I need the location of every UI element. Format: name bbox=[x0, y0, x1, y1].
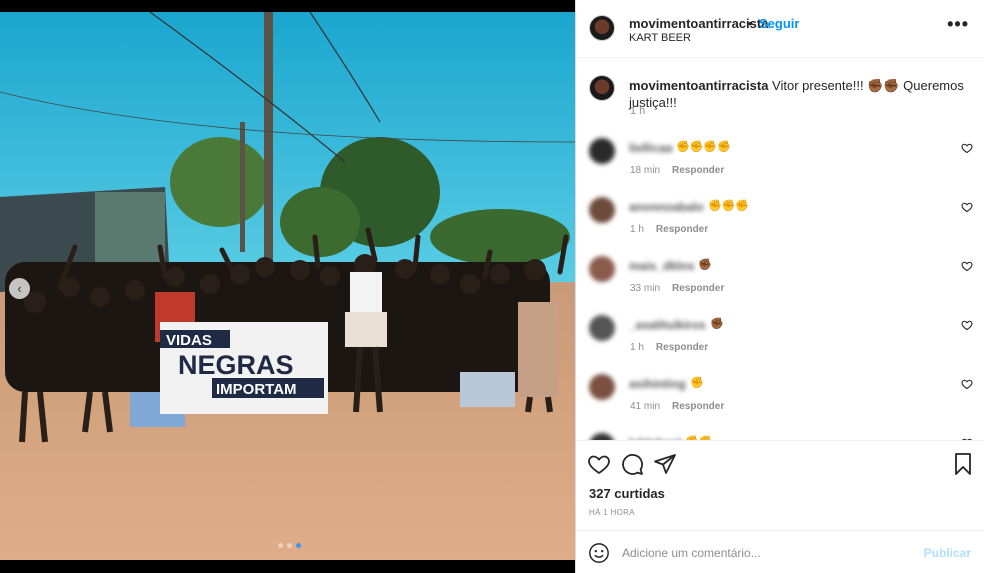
comment-text: ✊🏾 bbox=[698, 259, 712, 271]
comment-row: _asalituikiros ✊🏾 1 h Responder bbox=[589, 315, 979, 365]
carousel-dot bbox=[287, 543, 292, 548]
add-comment-bar: Publicar bbox=[576, 530, 984, 573]
comment-meta: 41 min Responder bbox=[630, 401, 724, 412]
post-photo[interactable]: VIDAS NEGRAS IMPORTAM ‹ bbox=[0, 0, 575, 573]
comment-text: ✊✊✊✊ bbox=[676, 141, 731, 153]
comment-meta: 1 h Responder bbox=[630, 224, 708, 235]
comment-time: 1 h bbox=[630, 342, 644, 353]
banner-line1: VIDAS bbox=[166, 332, 212, 349]
commenter-avatar[interactable] bbox=[589, 138, 615, 164]
share-icon[interactable] bbox=[653, 452, 677, 476]
commenter-username[interactable]: _asalituikiros bbox=[629, 318, 706, 332]
author-avatar[interactable] bbox=[589, 15, 615, 41]
carousel-dot-active bbox=[296, 543, 301, 548]
post-header: movimentoantirracista • Seguir KART BEER… bbox=[576, 0, 984, 58]
comment-like-heart-icon[interactable] bbox=[961, 142, 973, 154]
comment-like-heart-icon[interactable] bbox=[961, 378, 973, 390]
comments-list[interactable]: movimentoantirracista Vitor presente!!! … bbox=[576, 58, 984, 440]
commenter-avatar[interactable] bbox=[589, 374, 615, 400]
comment-like-heart-icon[interactable] bbox=[961, 201, 973, 213]
commenter-avatar[interactable] bbox=[589, 197, 615, 223]
like-heart-icon[interactable] bbox=[587, 452, 611, 476]
banner-line3: IMPORTAM bbox=[216, 381, 297, 398]
comment-like-heart-icon[interactable] bbox=[961, 319, 973, 331]
caption-text: movimentoantirracista Vitor presente!!! … bbox=[629, 77, 969, 111]
comment-text: ✊✊✊ bbox=[708, 200, 750, 212]
comment-row: mais_dklns ✊🏾 33 min Responder bbox=[589, 256, 979, 306]
comment-row: liellicaa ✊✊✊✊ 18 min Responder bbox=[589, 138, 979, 188]
commenter-username[interactable]: liellicaa bbox=[629, 141, 672, 155]
save-bookmark-icon[interactable] bbox=[951, 452, 975, 476]
publish-button[interactable]: Publicar bbox=[924, 546, 971, 560]
follow-button[interactable]: Seguir bbox=[759, 16, 799, 31]
banner-line2: NEGRAS bbox=[178, 350, 294, 380]
reply-button[interactable]: Responder bbox=[672, 401, 724, 412]
more-options-icon[interactable]: ••• bbox=[947, 14, 969, 35]
comment-meta: 18 min Responder bbox=[630, 165, 724, 176]
comment-row: asihinting ✊ 41 min Responder bbox=[589, 374, 979, 424]
comment-like-heart-icon[interactable] bbox=[961, 260, 973, 272]
comment-time: 18 min bbox=[630, 165, 661, 176]
reply-button[interactable]: Responder bbox=[672, 165, 724, 176]
caption-time: 1 h bbox=[630, 105, 646, 117]
separator-dot: • bbox=[748, 16, 753, 31]
comment-row: anonnoabalo ✊✊✊ 1 h Responder bbox=[589, 197, 979, 247]
carousel-dot bbox=[278, 543, 283, 548]
carousel-prev-button[interactable]: ‹ bbox=[9, 278, 30, 299]
emoji-smile-icon[interactable] bbox=[588, 542, 610, 564]
carousel-dots bbox=[278, 543, 301, 548]
post-actions: 327 curtidas HÁ 1 HORA bbox=[576, 440, 984, 530]
reply-button[interactable]: Responder bbox=[672, 283, 724, 294]
comment-meta: 1 h Responder bbox=[630, 342, 708, 353]
post-location[interactable]: KART BEER bbox=[629, 32, 691, 44]
comment-text: ✊ bbox=[690, 377, 704, 389]
comment-time: 41 min bbox=[630, 401, 661, 412]
commenter-avatar[interactable] bbox=[589, 433, 615, 440]
reply-button[interactable]: Responder bbox=[656, 224, 708, 235]
comment-icon[interactable] bbox=[620, 452, 644, 476]
post-time-ago: HÁ 1 HORA bbox=[589, 508, 635, 517]
likes-count[interactable]: 327 curtidas bbox=[589, 486, 665, 501]
commenter-username[interactable]: anonnoabalo bbox=[629, 200, 704, 214]
comment-input[interactable] bbox=[622, 543, 922, 563]
commenter-username[interactable]: mais_dklns bbox=[629, 259, 694, 273]
comment-row: lahlahaol✊✊ bbox=[589, 433, 979, 440]
comment-time: 1 h bbox=[630, 224, 644, 235]
post-side-panel: movimentoantirracista • Seguir KART BEER… bbox=[575, 0, 984, 573]
comment-time: 33 min bbox=[630, 283, 661, 294]
reply-button[interactable]: Responder bbox=[656, 342, 708, 353]
comment-text: ✊🏾 bbox=[710, 318, 724, 330]
caption-avatar[interactable] bbox=[589, 75, 615, 101]
caption-username[interactable]: movimentoantirracista bbox=[629, 78, 768, 93]
commenter-avatar[interactable] bbox=[589, 315, 615, 341]
commenter-username[interactable]: asihinting bbox=[629, 377, 686, 391]
comment-meta: 33 min Responder bbox=[630, 283, 724, 294]
commenter-avatar[interactable] bbox=[589, 256, 615, 282]
protest-photo: VIDAS NEGRAS IMPORTAM bbox=[0, 12, 575, 560]
